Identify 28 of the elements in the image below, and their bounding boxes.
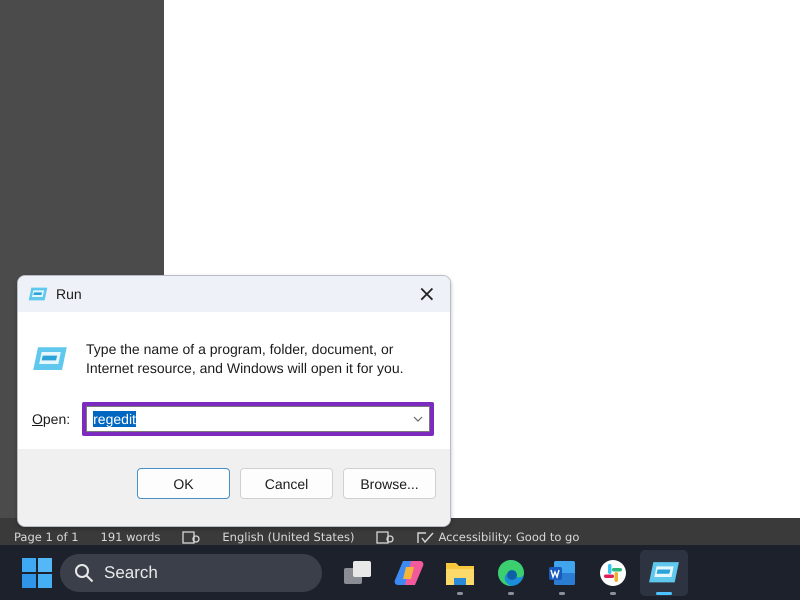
copilot-icon <box>394 558 424 586</box>
open-label: Open: <box>32 411 70 427</box>
instruction-text: Type the name of a program, folder, document, or Internet resource, and Windows will open it for you. <box>86 340 404 378</box>
status-text: English (United States) <box>222 530 354 544</box>
dialog-button[interactable]: OK <box>137 468 230 499</box>
word-icon <box>548 560 576 586</box>
input-field[interactable]: regedit <box>86 406 430 432</box>
check-icon <box>416 531 436 544</box>
dialog-button[interactable]: Browse... <box>343 468 436 499</box>
taskbar-app[interactable] <box>640 550 688 596</box>
windows-stack-icon <box>343 560 373 586</box>
status-text: 191 words <box>100 530 160 544</box>
close-button[interactable]: × <box>414 282 440 306</box>
search-field[interactable]: Search <box>60 554 322 592</box>
slack-icon <box>599 558 627 586</box>
start-icon[interactable] <box>22 558 52 588</box>
run-icon <box>648 561 680 584</box>
dialog-button[interactable]: Cancel <box>240 468 333 499</box>
status-text: Accessibility: Good to go <box>438 530 580 544</box>
status-icon <box>376 531 394 544</box>
browser-icon <box>497 558 525 586</box>
run-icon <box>28 287 48 301</box>
chevron-down-icon[interactable] <box>413 416 424 422</box>
status-icon <box>182 531 200 544</box>
status-text: Page 1 of 1 <box>14 530 79 544</box>
search-icon <box>74 562 94 582</box>
run-icon <box>32 346 68 372</box>
window-title: Run <box>56 286 83 302</box>
